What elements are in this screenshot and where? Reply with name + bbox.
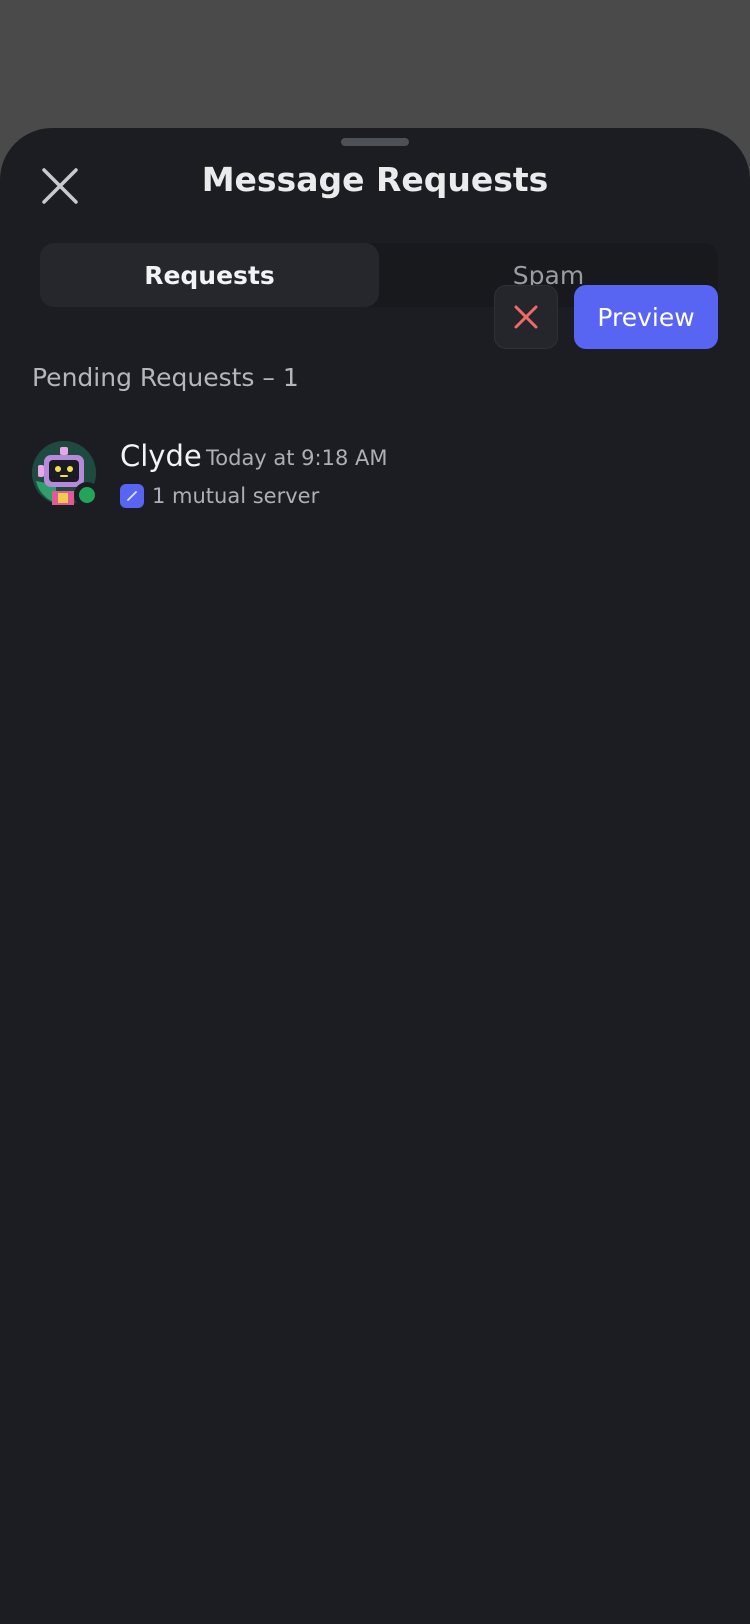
online-status-indicator (74, 482, 100, 508)
page-title: Message Requests (201, 160, 549, 199)
preview-button[interactable]: Preview (574, 285, 718, 349)
mutual-servers: 1 mutual server (120, 482, 319, 510)
request-item[interactable]: Clyde Today at 9:18 AM 1 mutual server (0, 428, 750, 518)
request-timestamp: Today at 9:18 AM (206, 446, 388, 470)
sheet-grabber[interactable] (341, 138, 409, 146)
message-requests-sheet: Message Requests Requests Spam Pending R… (0, 128, 750, 1624)
tab-requests[interactable]: Requests (40, 243, 379, 307)
decline-button[interactable] (494, 285, 558, 349)
mutual-servers-label: 1 mutual server (152, 484, 320, 508)
server-icon (120, 484, 144, 508)
pending-requests-heading: Pending Requests – 1 (32, 363, 299, 392)
requester-name: Clyde (120, 439, 202, 473)
x-icon (514, 305, 538, 329)
